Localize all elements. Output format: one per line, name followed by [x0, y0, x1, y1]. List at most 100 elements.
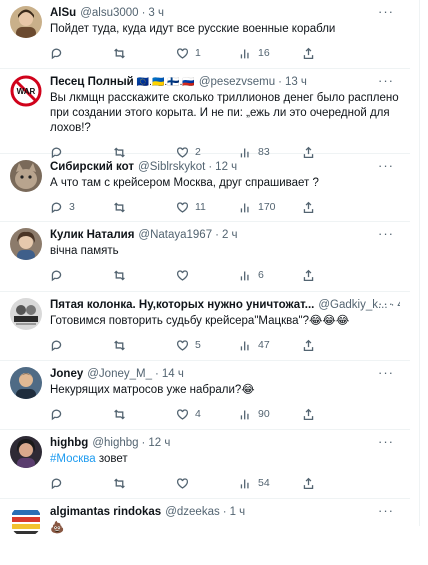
share-button[interactable] [302, 201, 315, 214]
timestamp[interactable]: 12 ч [215, 160, 237, 175]
tweet-text: Некурящих матросов уже набрали?😂 [50, 384, 255, 396]
timestamp[interactable]: 3 ч [148, 6, 164, 21]
author-handle[interactable]: @highbg [92, 436, 138, 451]
like-button[interactable]: 4 [176, 408, 239, 421]
like-button[interactable]: 1 [176, 47, 239, 60]
tweet-header: Кулик Наталия @Nataya1967 · 2 ч [50, 228, 400, 243]
views-button[interactable]: 6 [239, 269, 302, 282]
like-button[interactable]: 5 [176, 339, 239, 352]
retweet-icon [114, 270, 125, 280]
author-handle[interactable]: @alsu3000 [80, 6, 138, 21]
tweet[interactable]: AlSu @alsu3000 · 3 ч ··· Пойдет туда, ку… [0, 0, 410, 69]
author-name[interactable]: Кулик Наталия [50, 228, 134, 243]
timestamp[interactable]: 14 ч [162, 367, 184, 382]
tweet[interactable]: Кулик Наталия @Nataya1967 · 2 ч ··· вічн… [0, 222, 410, 292]
author-handle[interactable]: @Joney_M_ [87, 367, 152, 382]
author-name[interactable]: AlSu [50, 6, 76, 21]
author-name[interactable]: highbg [50, 436, 88, 451]
more-options-icon[interactable]: ··· [378, 365, 394, 380]
tweet[interactable]: Пятая колонка. Ну,которых нужно уничтожа… [0, 292, 410, 361]
timestamp[interactable]: 12 ч [148, 436, 170, 451]
view-count: 6 [258, 269, 264, 281]
avatar[interactable] [10, 228, 42, 260]
share-button[interactable] [302, 477, 315, 490]
reply-button[interactable] [50, 339, 113, 352]
tweet-text-rest: зовет [95, 453, 128, 465]
tweet[interactable]: Сибирский кот @Siblrskykot · 12 ч ··· А … [0, 154, 410, 222]
views-button[interactable]: 16 [239, 47, 302, 60]
reply-button[interactable] [50, 47, 113, 60]
avatar[interactable] [10, 505, 42, 537]
tweet-actions: 3 11 170 [50, 193, 400, 221]
avatar[interactable] [10, 160, 42, 192]
more-options-icon[interactable]: ··· [378, 503, 394, 518]
avatar[interactable] [10, 367, 42, 399]
tweet[interactable]: WAR Песец Полный 🇪🇺.🇺🇦.🇫🇮.🇷🇺 @pesezvsemu… [0, 69, 410, 158]
author-handle[interactable]: @Siblrskykot [138, 160, 205, 175]
share-button[interactable] [302, 47, 315, 60]
author-name[interactable]: Песец Полный [50, 75, 134, 90]
separator-dot: · [215, 229, 219, 241]
like-button[interactable] [176, 477, 239, 490]
reply-button[interactable] [50, 269, 113, 282]
views-button[interactable]: 90 [239, 408, 302, 421]
timestamp[interactable]: 2 ч [222, 228, 238, 243]
retweet-icon [114, 478, 125, 488]
author-name[interactable]: Пятая колонка. Ну,которых нужно уничтожа… [50, 298, 314, 313]
author-name[interactable]: Joney [50, 367, 83, 382]
more-options-icon[interactable]: ··· [378, 296, 394, 311]
like-button[interactable]: 11 [176, 201, 239, 214]
retweet-button[interactable] [113, 477, 176, 490]
tweet-header: Песец Полный 🇪🇺.🇺🇦.🇫🇮.🇷🇺 @pesezvsemu · 1… [50, 75, 400, 90]
tweet-text: Пойдет туда, куда идут все русские военн… [50, 23, 336, 35]
heart-icon [176, 201, 189, 213]
retweet-button[interactable] [113, 408, 176, 421]
heart-icon [176, 477, 189, 489]
author-handle[interactable]: @pesezvsemu [199, 75, 275, 90]
author-name[interactable]: algimantas rindokas [50, 505, 161, 520]
tweet-header: Joney @Joney_M_ · 14 ч [50, 367, 400, 382]
tweet[interactable]: algimantas rindokas @dzeekas · 1 ч ··· 💩 [0, 499, 410, 565]
reply-button[interactable] [50, 408, 113, 421]
views-button[interactable]: 170 [239, 201, 302, 214]
like-count: 11 [195, 201, 206, 213]
like-count: 1 [195, 47, 201, 59]
author-name[interactable]: Сибирский кот [50, 160, 134, 175]
views-icon [240, 48, 249, 58]
more-options-icon[interactable]: ··· [378, 4, 394, 19]
separator-dot: · [222, 506, 227, 518]
views-button[interactable]: 54 [239, 477, 302, 490]
timestamp[interactable]: 1 ч [230, 505, 246, 520]
tweet-actions: 6 [50, 261, 400, 289]
views-icon [240, 202, 249, 212]
views-button[interactable]: 47 [239, 339, 302, 352]
retweet-button[interactable] [113, 269, 176, 282]
share-button[interactable] [302, 408, 315, 421]
retweet-button[interactable] [113, 339, 176, 352]
more-options-icon[interactable]: ··· [378, 434, 394, 449]
timestamp[interactable]: 13 ч [285, 75, 307, 90]
like-button[interactable] [176, 269, 239, 282]
retweet-button[interactable] [113, 201, 176, 214]
avatar[interactable] [10, 6, 42, 38]
reply-button[interactable]: 3 [50, 201, 113, 214]
avatar[interactable] [10, 436, 42, 468]
avatar[interactable] [10, 298, 42, 330]
heart-icon [176, 408, 189, 420]
timestamp[interactable]: 4 ч [397, 298, 400, 313]
avatar[interactable]: WAR [10, 75, 42, 107]
share-button[interactable] [302, 269, 315, 282]
hashtag-link[interactable]: #Москва [50, 453, 96, 465]
tweet-text: А что там с крейсером Москва, друг спраш… [50, 177, 319, 189]
tweet[interactable]: Joney @Joney_M_ · 14 ч ··· Некурящих мат… [0, 361, 410, 430]
tweet-text: Готовимся повторить судьбу крейсера"Мацк… [50, 315, 350, 327]
share-button[interactable] [302, 339, 315, 352]
more-options-icon[interactable]: ··· [378, 73, 394, 88]
more-options-icon[interactable]: ··· [378, 226, 394, 241]
retweet-button[interactable] [113, 47, 176, 60]
author-handle[interactable]: @Nataya1967 [138, 228, 212, 243]
tweet[interactable]: highbg @highbg · 12 ч ··· #Москва зовет … [0, 430, 410, 499]
more-options-icon[interactable]: ··· [378, 158, 394, 173]
reply-button[interactable] [50, 477, 113, 490]
author-handle[interactable]: @dzeekas [165, 505, 220, 520]
